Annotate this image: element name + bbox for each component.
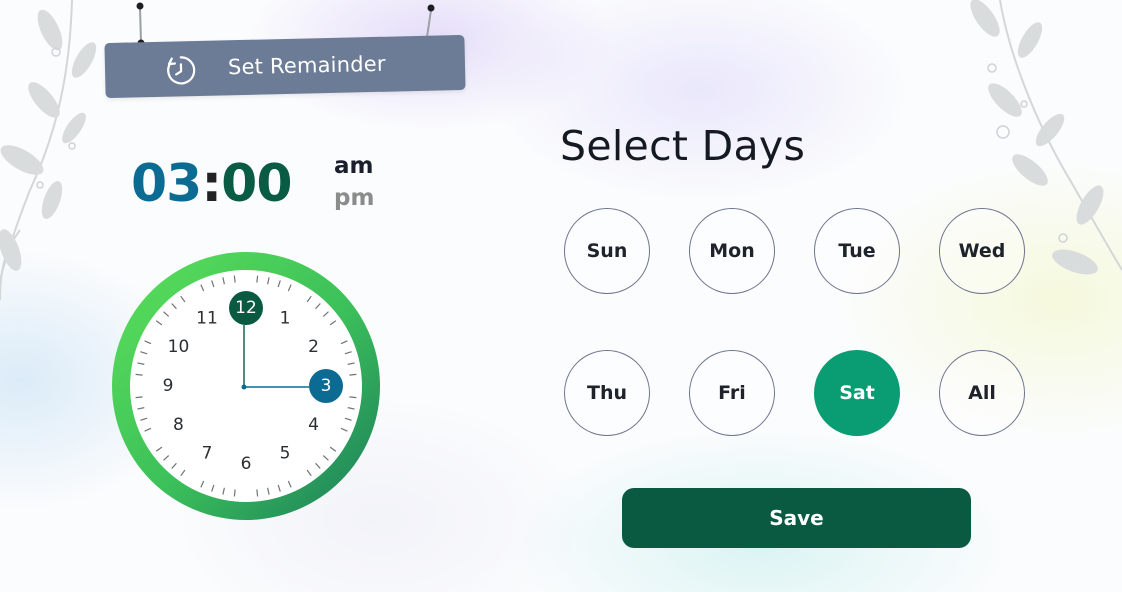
period-toggle: am pm — [334, 150, 374, 214]
minute-display[interactable]: 00 — [221, 154, 292, 214]
save-button[interactable]: Save — [622, 488, 971, 548]
clock-tick — [233, 275, 236, 283]
reminder-title: Set Remainder — [227, 51, 386, 80]
clock-number[interactable]: 7 — [202, 444, 213, 464]
clock-tick — [256, 275, 259, 283]
day-thu-button[interactable]: Thu — [564, 350, 650, 436]
pm-option[interactable]: pm — [334, 182, 374, 214]
day-all-button[interactable]: All — [939, 350, 1025, 436]
reminder-sign: Set Remainder — [104, 0, 466, 100]
day-sun-button[interactable]: Sun — [564, 208, 650, 294]
clock-face[interactable]: 12 45 6 78 9 10 11 12 3 — [108, 248, 384, 524]
reminder-sign-board: Set Remainder — [104, 34, 466, 99]
day-sat-button[interactable]: Sat — [814, 350, 900, 436]
clock-tick — [135, 396, 143, 399]
clock-alarm-icon — [167, 56, 196, 85]
selected-minute-label: 3 — [321, 376, 332, 396]
clock-number[interactable]: 1 — [280, 308, 291, 328]
selected-hour-label: 12 — [235, 298, 257, 318]
hour-display[interactable]: 03 — [131, 154, 202, 214]
clock-number[interactable]: 11 — [196, 308, 218, 328]
clock-tick — [233, 489, 236, 497]
day-wed-button[interactable]: Wed — [939, 208, 1025, 294]
selected-minute-marker[interactable]: 3 — [309, 369, 343, 403]
time-separator: : — [201, 154, 222, 214]
clock-number[interactable]: 10 — [168, 337, 190, 357]
day-tue-button[interactable]: Tue — [814, 208, 900, 294]
time-display: 03:00 — [131, 150, 293, 218]
hook-left-icon — [136, 2, 145, 47]
select-days-title: Select Days — [560, 122, 806, 170]
clock-number[interactable]: 4 — [308, 415, 319, 435]
clock-number[interactable]: 9 — [163, 376, 174, 396]
clock-number[interactable]: 2 — [308, 337, 319, 357]
clock-tick — [256, 489, 259, 497]
day-fri-button[interactable]: Fri — [689, 350, 775, 436]
clock-tick — [349, 396, 357, 399]
selected-hour-marker[interactable]: 12 — [229, 291, 263, 325]
day-mon-button[interactable]: Mon — [689, 208, 775, 294]
clock-number[interactable]: 5 — [280, 444, 291, 464]
clock-tick — [349, 373, 357, 376]
am-option[interactable]: am — [334, 150, 374, 182]
clock-number[interactable]: 8 — [173, 415, 184, 435]
clock-number[interactable]: 6 — [241, 454, 252, 474]
clock-center — [241, 384, 247, 390]
clock-tick — [135, 373, 143, 376]
